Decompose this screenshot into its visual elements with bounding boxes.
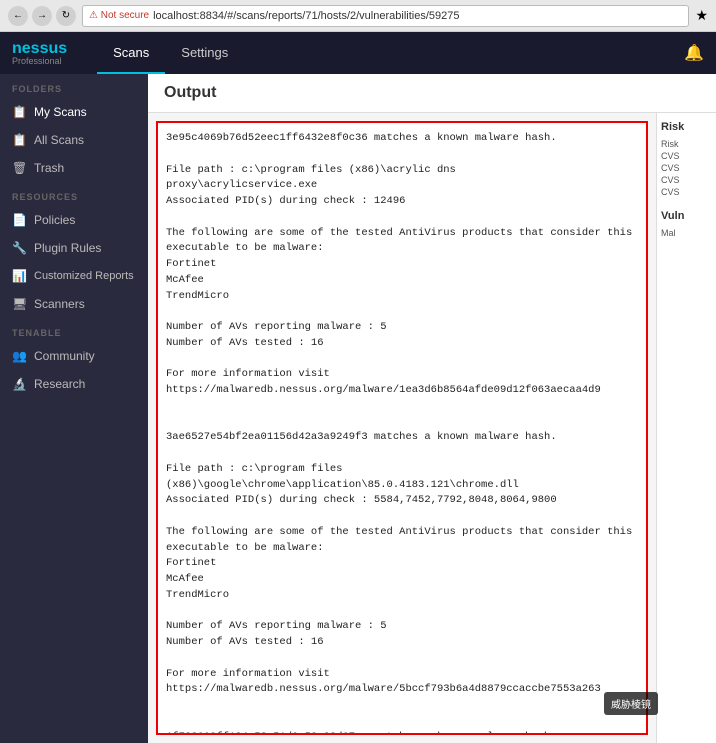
- right-panel: Risk Risk CVS CVS CVS CVS Vuln Mal: [656, 113, 716, 743]
- security-indicator: ⚠ Not secure: [89, 10, 149, 21]
- trash-icon: 🗑: [12, 161, 26, 175]
- sidebar-item-trash[interactable]: 🗑 Trash: [0, 154, 148, 182]
- plugin-rules-icon: 🔧: [12, 241, 26, 255]
- sidebar-item-plugin-rules[interactable]: 🔧 Plugin Rules: [0, 234, 148, 262]
- vuln-title: Vuln: [661, 210, 712, 222]
- back-button[interactable]: ←: [8, 6, 28, 26]
- customized-reports-icon: 📊: [12, 269, 26, 283]
- tenable-label: TENABLE: [0, 318, 148, 342]
- sidebar-item-customized-reports[interactable]: 📊 Customized Reports: [0, 262, 148, 290]
- risk-title: Risk: [661, 121, 712, 133]
- app-container: nessus Professional Scans Settings 🔔 FOL…: [0, 32, 716, 743]
- header-nav: Scans Settings: [97, 33, 244, 74]
- sidebar-item-label: Customized Reports: [34, 270, 134, 282]
- community-icon: 👥: [12, 349, 26, 363]
- bookmark-icon[interactable]: ★: [695, 7, 708, 24]
- logo-nessus: nessus: [12, 41, 67, 57]
- browser-controls: ← → ↻: [8, 6, 76, 26]
- nav-settings[interactable]: Settings: [165, 33, 244, 74]
- cvs-label-4: CVS: [661, 187, 712, 197]
- sidebar-item-label: Policies: [34, 213, 75, 227]
- app-header: nessus Professional Scans Settings 🔔: [0, 32, 716, 74]
- sidebar-item-scanners[interactable]: 🖥 Scanners: [0, 290, 148, 318]
- logo-area: nessus Professional: [12, 41, 67, 66]
- scanners-icon: 🖥: [12, 297, 26, 311]
- sidebar-item-label: All Scans: [34, 133, 84, 147]
- address-bar[interactable]: ⚠ Not secure localhost:8834/#/scans/repo…: [82, 5, 689, 27]
- sidebar-item-label: My Scans: [34, 105, 87, 119]
- watermark-text: 威胁棱镜: [611, 700, 651, 711]
- folders-label: FOLDERS: [0, 74, 148, 98]
- bell-icon[interactable]: 🔔: [684, 43, 704, 63]
- url-text: localhost:8834/#/scans/reports/71/hosts/…: [153, 10, 459, 22]
- resources-label: RESOURCES: [0, 182, 148, 206]
- sidebar-item-policies[interactable]: 📄 Policies: [0, 206, 148, 234]
- browser-bar: ← → ↻ ⚠ Not secure localhost:8834/#/scan…: [0, 0, 716, 32]
- all-scans-icon: 📋: [12, 133, 26, 147]
- sidebar-item-label: Trash: [34, 161, 64, 175]
- logo-sub: Professional: [12, 57, 67, 66]
- research-icon: 🔬: [12, 377, 26, 391]
- page-title: Output: [164, 84, 216, 101]
- cvs-label-3: CVS: [661, 175, 712, 185]
- cvs-label-1: CVS: [661, 151, 712, 161]
- sidebar-item-label: Community: [34, 349, 95, 363]
- policies-icon: 📄: [12, 213, 26, 227]
- risk-label: Risk: [661, 139, 712, 149]
- forward-button[interactable]: →: [32, 6, 52, 26]
- cvs-label-2: CVS: [661, 163, 712, 173]
- content-area: Output 3e95c4069b76d52eec1ff6432e8f0c36 …: [148, 74, 716, 743]
- mal-label: Mal: [661, 228, 712, 238]
- nav-scans[interactable]: Scans: [97, 33, 165, 74]
- watermark: 威胁棱镜: [604, 692, 658, 715]
- content-header: Output: [148, 74, 716, 113]
- output-box[interactable]: 3e95c4069b76d52eec1ff6432e8f0c36 matches…: [156, 121, 648, 735]
- main-layout: FOLDERS 📋 My Scans 📋 All Scans 🗑 Trash R…: [0, 74, 716, 743]
- output-panel: 3e95c4069b76d52eec1ff6432e8f0c36 matches…: [148, 113, 656, 743]
- sidebar: FOLDERS 📋 My Scans 📋 All Scans 🗑 Trash R…: [0, 74, 148, 743]
- refresh-button[interactable]: ↻: [56, 6, 76, 26]
- sidebar-item-all-scans[interactable]: 📋 All Scans: [0, 126, 148, 154]
- sidebar-item-label: Plugin Rules: [34, 241, 101, 255]
- sidebar-item-community[interactable]: 👥 Community: [0, 342, 148, 370]
- sidebar-item-label: Research: [34, 377, 85, 391]
- sidebar-item-label: Scanners: [34, 297, 85, 311]
- content-body: 3e95c4069b76d52eec1ff6432e8f0c36 matches…: [148, 113, 716, 743]
- my-scans-icon: 📋: [12, 105, 26, 119]
- sidebar-item-research[interactable]: 🔬 Research: [0, 370, 148, 398]
- sidebar-item-my-scans[interactable]: 📋 My Scans: [0, 98, 148, 126]
